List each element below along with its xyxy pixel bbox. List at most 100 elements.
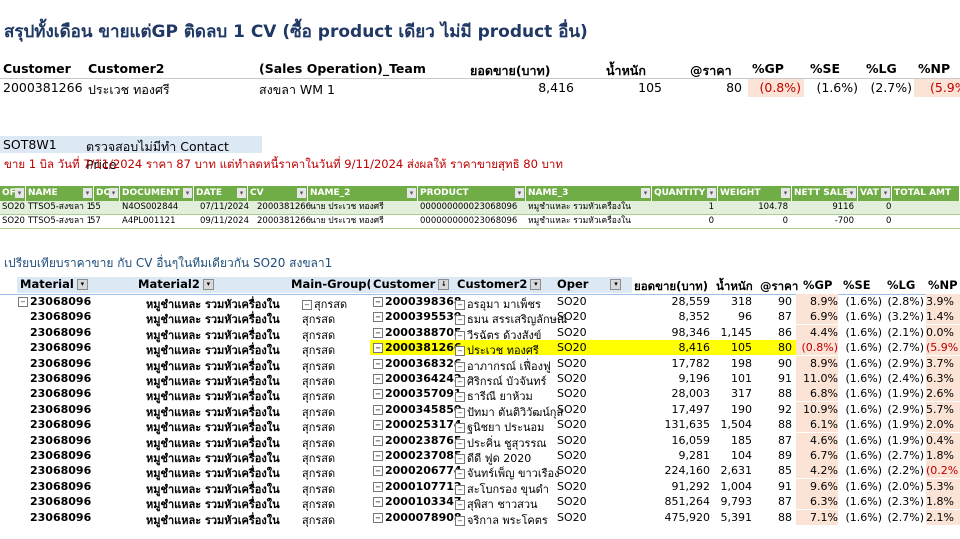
cell-np[interactable]: 0.0% — [926, 326, 954, 339]
cell-name2[interactable]: นาย ประเวช ทองศรี — [308, 201, 418, 214]
cell-document[interactable]: N4OS002844 — [120, 201, 194, 214]
cell-material2[interactable]: หมูชำแหละ รวมหัวเครื่องใน — [146, 511, 280, 529]
cell-se[interactable]: (1.6%) — [838, 387, 882, 400]
filter-dropdown-icon[interactable]: ▾ — [781, 188, 790, 198]
collapse-icon[interactable]: − — [373, 358, 383, 369]
summary-team[interactable]: สงขลา WM 1 — [259, 80, 335, 100]
table-row[interactable]: 23068096 หมูชำแหละ รวมหัวเครื่องใน สุกรสด −… — [0, 324, 960, 342]
cell-do[interactable]: 57 — [88, 215, 114, 228]
cell-material[interactable]: 23068096 — [30, 480, 91, 493]
table-row[interactable]: 23068096 หมูชำแหละ รวมหัวเครื่องใน สุกรสด −… — [0, 478, 960, 496]
cell-product[interactable]: 000000000023068096 — [418, 201, 526, 214]
sot-code[interactable]: SOT8W1 — [3, 137, 57, 152]
cell-material[interactable]: 23068096 — [30, 341, 91, 354]
cell-customer[interactable]: −2000368326 — [373, 357, 462, 370]
collapse-icon[interactable]: − — [373, 435, 383, 446]
cell-weight[interactable]: 185 — [712, 434, 752, 447]
cell-nett-sale[interactable]: -700 — [792, 215, 858, 228]
cell-sales[interactable]: 851,264 — [634, 495, 711, 508]
cell-price[interactable]: 91 — [754, 480, 792, 493]
cell-price[interactable]: 86 — [754, 326, 792, 339]
cell-nett-sale[interactable]: 9116 — [792, 201, 858, 214]
cell-se[interactable]: (1.6%) — [838, 372, 882, 385]
cell-gp[interactable]: 7.1% — [796, 511, 838, 524]
detail-header-date[interactable]: DATE ▾ — [194, 186, 248, 201]
table-row[interactable]: 23068096 หมูชำแหละ รวมหัวเครื่องใน สุกรสด −… — [0, 371, 960, 388]
cell-oper[interactable]: SO20 — [557, 341, 587, 354]
table-row[interactable]: 23068096 หมูชำแหละ รวมหัวเครื่องใน สุกรสด −… — [0, 463, 960, 480]
cell-np[interactable]: 6.3% — [926, 372, 954, 385]
cell-oper[interactable]: SO20 — [557, 387, 587, 400]
cell-price[interactable]: 91 — [754, 372, 792, 385]
cell-np[interactable]: (5.9% — [926, 341, 958, 354]
cell-np[interactable]: 0.4% — [926, 434, 954, 447]
cell-document[interactable]: A4PL001121 — [120, 215, 194, 228]
cell-customer[interactable]: −2000078908 — [373, 511, 462, 524]
table-row[interactable]: 23068096 หมูชำแหละ รวมหัวเครื่องใน สุกรสด −… — [0, 340, 960, 357]
cell-sales[interactable]: 8,416 — [634, 341, 711, 354]
cell-oper[interactable]: SO20 — [557, 495, 587, 508]
collapse-icon[interactable]: − — [373, 451, 383, 461]
cell-np[interactable]: (0.2% — [926, 464, 958, 477]
cell-weight[interactable]: 104.78 — [718, 201, 792, 214]
cell-se[interactable]: (1.6%) — [838, 326, 882, 339]
cell-price[interactable]: 90 — [754, 357, 792, 370]
cell-customer[interactable]: −2000103347 — [373, 495, 462, 508]
cell-weight[interactable]: 104 — [712, 449, 752, 462]
detail-header-of[interactable]: OF ▾ — [0, 186, 26, 201]
cell-customer[interactable]: −2000206774 — [373, 464, 462, 477]
filter-dropdown-icon[interactable]: ▾ — [707, 188, 716, 198]
cell-lg[interactable]: (2.4%) — [882, 372, 924, 385]
cell-vat[interactable]: 0 — [884, 201, 904, 214]
collapse-icon[interactable]: − — [373, 466, 383, 477]
cell-gp[interactable]: 9.6% — [796, 480, 838, 493]
cell-oper[interactable]: SO20 — [557, 295, 587, 308]
detail-header-vat[interactable]: VAT ▾ — [858, 186, 892, 201]
cell-customer[interactable]: −2000388705 — [373, 326, 462, 339]
cell-gp[interactable]: 11.0% — [796, 372, 838, 385]
cell-gp[interactable]: (0.8%) — [796, 341, 838, 354]
cell-sales[interactable]: 16,059 — [634, 434, 711, 447]
cell-oper[interactable]: SO20 — [557, 326, 587, 339]
cell-customer[interactable]: −2000237085 — [373, 449, 462, 462]
filter-dropdown-icon[interactable]: ▾ — [109, 188, 118, 198]
cell-sales[interactable]: 224,160 — [634, 464, 711, 477]
cell-date[interactable]: 07/11/2024 — [198, 201, 252, 214]
summary-np[interactable]: (5.9% — [914, 79, 960, 97]
summary-gp[interactable]: (0.8%) — [748, 79, 804, 97]
cell-sales[interactable]: 9,196 — [634, 372, 711, 385]
cell-material[interactable]: 23068096 — [30, 295, 91, 308]
cell-np[interactable]: 3.7% — [926, 357, 954, 370]
pivot-header-material2[interactable]: Material2 ▾ — [135, 277, 288, 293]
collapse-icon[interactable]: − — [373, 481, 383, 492]
cell-oper[interactable]: SO20 — [557, 449, 587, 462]
cell-sales[interactable]: 91,292 — [634, 480, 711, 493]
cell-se[interactable]: (1.6%) — [838, 295, 882, 308]
collapse-icon[interactable]: − — [373, 389, 383, 400]
cell-sales[interactable]: 475,920 — [634, 511, 711, 524]
cell-material[interactable]: 23068096 — [30, 495, 91, 508]
cell-oper[interactable]: SO20 — [557, 310, 587, 323]
filter-dropdown-icon[interactable]: ▾ — [183, 188, 192, 198]
collapse-icon[interactable]: − — [373, 404, 383, 415]
cell-sales[interactable]: 28,003 — [634, 387, 711, 400]
cell-main-group[interactable]: สุกรสด — [302, 511, 335, 529]
table-row[interactable]: 23068096 หมูชำแหละ รวมหัวเครื่องใน สุกรสด −… — [0, 386, 960, 403]
cell-np[interactable]: 2.1% — [926, 511, 954, 524]
cell-lg[interactable]: (2.9%) — [882, 357, 924, 370]
cell-weight[interactable]: 190 — [712, 403, 752, 416]
cell-weight[interactable]: 317 — [712, 387, 752, 400]
cell-name[interactable]: TTSO5-สงขลา 1 — [26, 201, 94, 214]
cell-se[interactable]: (1.6%) — [838, 495, 882, 508]
detail-header-name2[interactable]: NAME_2 ▾ — [308, 186, 418, 201]
cell-se[interactable]: (1.6%) — [838, 511, 882, 524]
cell-se[interactable]: (1.6%) — [838, 357, 882, 370]
cell-gp[interactable]: 6.7% — [796, 449, 838, 462]
filter-icon[interactable]: ▾ — [202, 279, 214, 290]
cell-price[interactable]: 92 — [754, 403, 792, 416]
cell-customer[interactable]: −2000345850 — [373, 403, 462, 416]
cell-lg[interactable]: (3.2%) — [882, 310, 924, 323]
cell-price[interactable]: 87 — [754, 434, 792, 447]
cell-np[interactable]: 1.8% — [926, 495, 954, 508]
cell-lg[interactable]: (2.2%) — [882, 464, 924, 477]
